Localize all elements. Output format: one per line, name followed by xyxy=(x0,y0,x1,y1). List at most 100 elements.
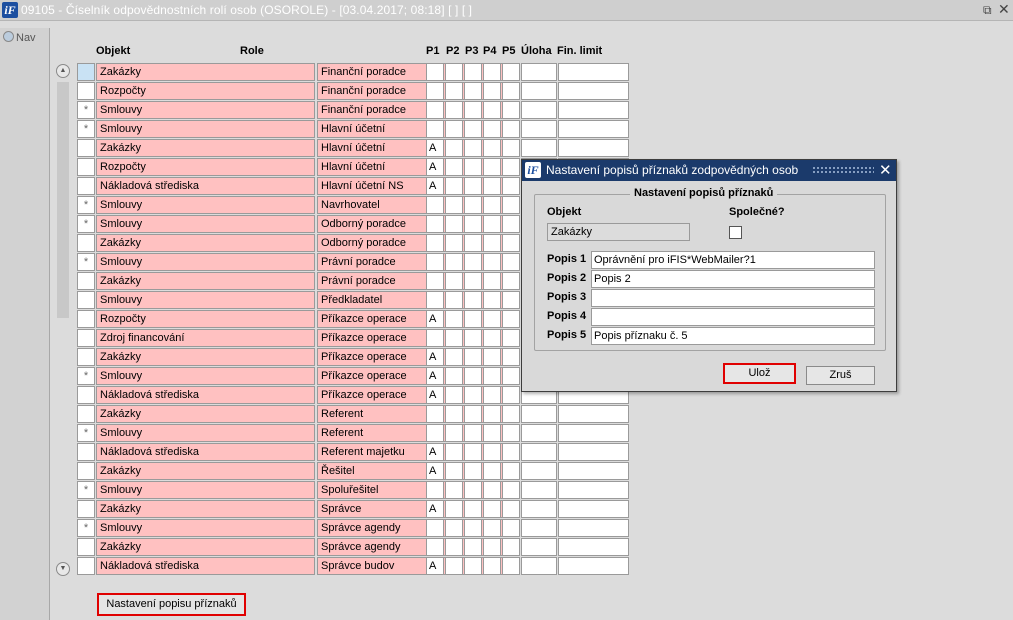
nav-button[interactable]: Nav xyxy=(3,31,36,44)
p1-cell[interactable] xyxy=(426,538,444,556)
p3-cell[interactable] xyxy=(464,215,482,233)
p5-cell[interactable] xyxy=(502,101,520,119)
p1-cell[interactable]: A xyxy=(426,462,444,480)
p3-cell[interactable] xyxy=(464,348,482,366)
p1-cell[interactable] xyxy=(426,215,444,233)
dialog-titlebar[interactable]: iF Nastavení popisů příznaků zodpovědnýc… xyxy=(522,160,896,181)
p5-cell[interactable] xyxy=(502,310,520,328)
spolecne-checkbox[interactable] xyxy=(729,226,742,239)
objekt-cell[interactable]: Zakázky xyxy=(96,405,315,423)
p1-cell[interactable]: A xyxy=(426,386,444,404)
p4-cell[interactable] xyxy=(483,481,501,499)
p1-cell[interactable] xyxy=(426,481,444,499)
objekt-cell[interactable]: Smlouvy xyxy=(96,215,315,233)
p5-cell[interactable] xyxy=(502,557,520,575)
objekt-cell[interactable]: Zakázky xyxy=(96,500,315,518)
p3-cell[interactable] xyxy=(464,158,482,176)
row-marker[interactable]: * xyxy=(77,196,95,214)
row-marker[interactable] xyxy=(77,443,95,461)
p4-cell[interactable] xyxy=(483,424,501,442)
p1-cell[interactable] xyxy=(426,253,444,271)
row-marker[interactable]: * xyxy=(77,253,95,271)
p4-cell[interactable] xyxy=(483,272,501,290)
p4-cell[interactable] xyxy=(483,443,501,461)
p5-cell[interactable] xyxy=(502,120,520,138)
p1-cell[interactable]: A xyxy=(426,177,444,195)
objekt-cell[interactable]: Smlouvy xyxy=(96,424,315,442)
restore-icon[interactable]: ⧉ xyxy=(983,3,992,18)
fin-limit-cell[interactable] xyxy=(558,500,629,518)
p1-cell[interactable]: A xyxy=(426,158,444,176)
fin-limit-cell[interactable] xyxy=(558,538,629,556)
objekt-cell[interactable]: Smlouvy xyxy=(96,367,315,385)
row-marker[interactable]: * xyxy=(77,120,95,138)
p4-cell[interactable] xyxy=(483,234,501,252)
objekt-cell[interactable]: Zakázky xyxy=(96,538,315,556)
p1-cell[interactable]: A xyxy=(426,348,444,366)
flag-description-settings-button[interactable]: Nastavení popisu příznaků xyxy=(97,593,246,616)
p5-cell[interactable] xyxy=(502,253,520,271)
objekt-cell[interactable]: Nákladová střediska xyxy=(96,443,315,461)
p2-cell[interactable] xyxy=(445,405,463,423)
p2-cell[interactable] xyxy=(445,101,463,119)
p1-cell[interactable]: A xyxy=(426,139,444,157)
p5-cell[interactable] xyxy=(502,63,520,81)
p2-cell[interactable] xyxy=(445,120,463,138)
uloha-cell[interactable] xyxy=(521,462,557,480)
p3-cell[interactable] xyxy=(464,120,482,138)
p5-cell[interactable] xyxy=(502,348,520,366)
popis-4-input[interactable] xyxy=(591,308,875,326)
row-marker[interactable]: * xyxy=(77,424,95,442)
p4-cell[interactable] xyxy=(483,215,501,233)
p5-cell[interactable] xyxy=(502,82,520,100)
uloha-cell[interactable] xyxy=(521,101,557,119)
objekt-cell[interactable]: Rozpočty xyxy=(96,82,315,100)
row-marker[interactable] xyxy=(77,329,95,347)
p1-cell[interactable]: A xyxy=(426,367,444,385)
fin-limit-cell[interactable] xyxy=(558,63,629,81)
p5-cell[interactable] xyxy=(502,272,520,290)
uloha-cell[interactable] xyxy=(521,120,557,138)
p4-cell[interactable] xyxy=(483,120,501,138)
p4-cell[interactable] xyxy=(483,158,501,176)
p1-cell[interactable] xyxy=(426,82,444,100)
p3-cell[interactable] xyxy=(464,367,482,385)
p3-cell[interactable] xyxy=(464,291,482,309)
p4-cell[interactable] xyxy=(483,329,501,347)
p4-cell[interactable] xyxy=(483,310,501,328)
row-marker[interactable] xyxy=(77,158,95,176)
row-marker[interactable] xyxy=(77,557,95,575)
p3-cell[interactable] xyxy=(464,424,482,442)
p2-cell[interactable] xyxy=(445,500,463,518)
objekt-cell[interactable]: Smlouvy xyxy=(96,291,315,309)
p2-cell[interactable] xyxy=(445,158,463,176)
p3-cell[interactable] xyxy=(464,253,482,271)
p1-cell[interactable]: A xyxy=(426,443,444,461)
p4-cell[interactable] xyxy=(483,177,501,195)
row-marker[interactable] xyxy=(77,291,95,309)
p5-cell[interactable] xyxy=(502,481,520,499)
row-marker[interactable] xyxy=(77,538,95,556)
p3-cell[interactable] xyxy=(464,82,482,100)
p2-cell[interactable] xyxy=(445,177,463,195)
save-button[interactable]: Ulož xyxy=(723,363,796,384)
p1-cell[interactable] xyxy=(426,63,444,81)
p1-cell[interactable] xyxy=(426,329,444,347)
p1-cell[interactable] xyxy=(426,234,444,252)
p1-cell[interactable]: A xyxy=(426,557,444,575)
objekt-cell[interactable]: Smlouvy xyxy=(96,101,315,119)
close-icon[interactable]: ✕ xyxy=(998,1,1010,18)
uloha-cell[interactable] xyxy=(521,405,557,423)
p2-cell[interactable] xyxy=(445,443,463,461)
p3-cell[interactable] xyxy=(464,177,482,195)
p1-cell[interactable] xyxy=(426,101,444,119)
p5-cell[interactable] xyxy=(502,367,520,385)
objekt-cell[interactable]: Nákladová střediska xyxy=(96,386,315,404)
uloha-cell[interactable] xyxy=(521,139,557,157)
p5-cell[interactable] xyxy=(502,329,520,347)
p5-cell[interactable] xyxy=(502,519,520,537)
fin-limit-cell[interactable] xyxy=(558,101,629,119)
p2-cell[interactable] xyxy=(445,557,463,575)
p4-cell[interactable] xyxy=(483,519,501,537)
p2-cell[interactable] xyxy=(445,386,463,404)
